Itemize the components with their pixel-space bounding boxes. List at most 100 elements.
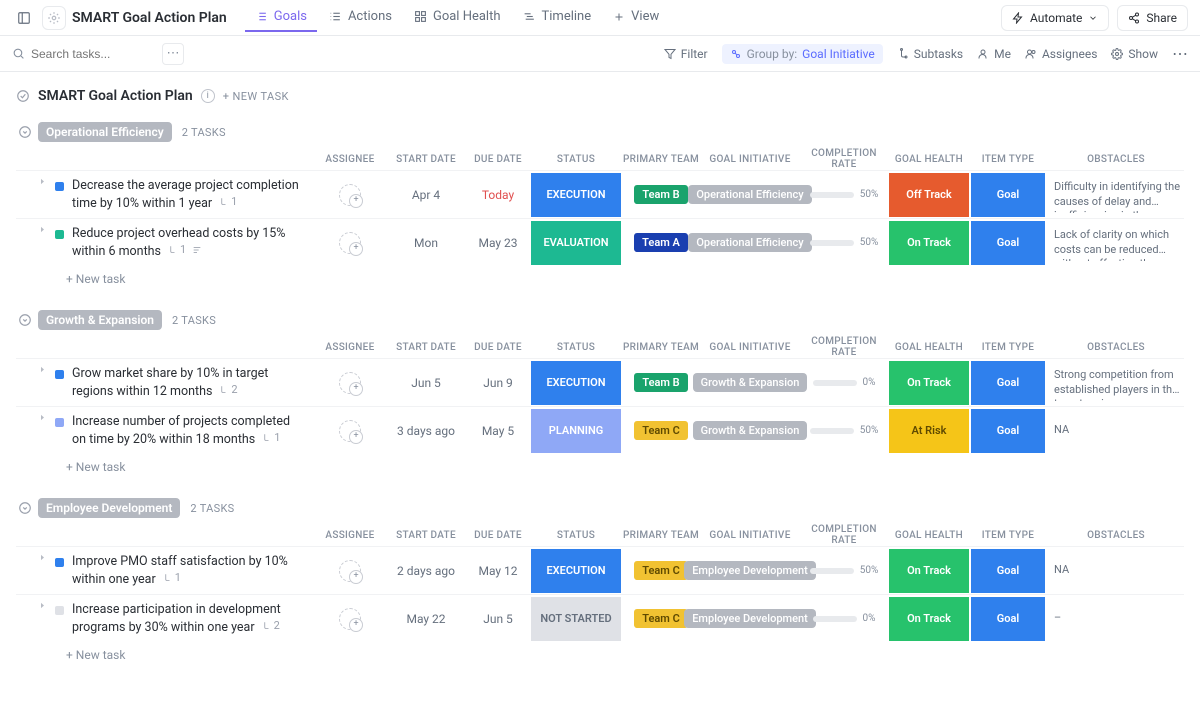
- item-type-cell[interactable]: Goal: [971, 173, 1045, 217]
- more-button[interactable]: ⋯: [1172, 44, 1188, 63]
- status-cell[interactable]: EXECUTION: [531, 549, 621, 593]
- health-cell[interactable]: Off Track: [889, 173, 969, 217]
- due-date[interactable]: May 12: [466, 564, 530, 578]
- initiative-cell[interactable]: Growth & Expansion: [700, 421, 800, 440]
- assignee-cell[interactable]: [314, 232, 386, 254]
- row-expand[interactable]: [38, 601, 47, 610]
- collapse-all-icon[interactable]: [16, 89, 30, 103]
- due-date[interactable]: Today: [466, 188, 530, 202]
- row-expand[interactable]: [38, 365, 47, 374]
- task-row[interactable]: Improve PMO staff satisfaction by 10% wi…: [16, 546, 1184, 594]
- assignee-cell[interactable]: [314, 560, 386, 582]
- tab-goal-health[interactable]: Goal Health: [404, 3, 511, 32]
- row-expand[interactable]: [38, 177, 47, 186]
- me-button[interactable]: Me: [977, 47, 1011, 61]
- subtask-count[interactable]: 1: [261, 431, 280, 444]
- completion-cell[interactable]: 50%: [800, 425, 888, 436]
- obstacle-cell[interactable]: Lack of clarity on which costs can be re…: [1046, 224, 1186, 262]
- start-date[interactable]: Jun 5: [386, 376, 466, 390]
- item-type-cell[interactable]: Goal: [971, 361, 1045, 405]
- group-collapse-icon[interactable]: [18, 125, 32, 139]
- tab-actions[interactable]: Actions: [319, 3, 402, 32]
- health-cell[interactable]: On Track: [889, 361, 969, 405]
- item-type-cell[interactable]: Goal: [971, 221, 1045, 265]
- subtasks-button[interactable]: Subtasks: [897, 47, 963, 61]
- row-expand[interactable]: [38, 225, 47, 234]
- initiative-cell[interactable]: Operational Efficiency: [700, 185, 800, 204]
- health-cell[interactable]: On Track: [889, 549, 969, 593]
- assignees-button[interactable]: Assignees: [1025, 47, 1097, 61]
- completion-cell[interactable]: 50%: [800, 565, 888, 576]
- completion-cell[interactable]: 50%: [800, 237, 888, 248]
- subtask-count[interactable]: 1: [218, 195, 237, 208]
- status-cell[interactable]: PLANNING: [531, 409, 621, 453]
- task-row[interactable]: Increase number of projects completed on…: [16, 406, 1184, 454]
- subtask-count[interactable]: 2: [261, 619, 280, 632]
- info-icon[interactable]: i: [201, 89, 215, 103]
- tab-goals[interactable]: Goals: [245, 3, 317, 32]
- search-input[interactable]: [31, 47, 141, 61]
- show-button[interactable]: Show: [1111, 47, 1158, 61]
- status-cell[interactable]: EVALUATION: [531, 221, 621, 265]
- start-date[interactable]: Apr 4: [386, 188, 466, 202]
- item-type-cell[interactable]: Goal: [971, 409, 1045, 453]
- obstacle-cell[interactable]: NA: [1046, 419, 1186, 442]
- row-expand[interactable]: [38, 413, 47, 422]
- assignee-cell[interactable]: [314, 608, 386, 630]
- group-chip[interactable]: Employee Development: [38, 498, 180, 518]
- initiative-cell[interactable]: Operational Efficiency: [700, 233, 800, 252]
- group-chip[interactable]: Growth & Expansion: [38, 310, 162, 330]
- group-chip[interactable]: Operational Efficiency: [38, 122, 172, 142]
- item-type-cell[interactable]: Goal: [971, 549, 1045, 593]
- search-more-button[interactable]: ⋯: [162, 43, 184, 65]
- completion-cell[interactable]: 0%: [800, 613, 888, 624]
- team-cell[interactable]: Team B: [622, 373, 700, 392]
- status-cell[interactable]: EXECUTION: [531, 361, 621, 405]
- new-task-button[interactable]: + New task: [16, 454, 1184, 480]
- group-collapse-icon[interactable]: [18, 501, 32, 515]
- initiative-cell[interactable]: Growth & Expansion: [700, 373, 800, 392]
- tab-timeline[interactable]: Timeline: [513, 3, 602, 32]
- task-row[interactable]: Grow market share by 10% in target regio…: [16, 358, 1184, 406]
- due-date[interactable]: Jun 5: [466, 612, 530, 626]
- subtask-count[interactable]: 2: [218, 383, 237, 396]
- subtask-count[interactable]: 1: [167, 243, 186, 256]
- due-date[interactable]: May 23: [466, 236, 530, 250]
- completion-cell[interactable]: 0%: [800, 377, 888, 388]
- obstacle-cell[interactable]: Difficulty in identifying the causes of …: [1046, 176, 1186, 214]
- initiative-cell[interactable]: Employee Development: [700, 609, 800, 628]
- health-cell[interactable]: On Track: [889, 221, 969, 265]
- tab-view[interactable]: View: [603, 3, 669, 32]
- filter-button[interactable]: Filter: [664, 47, 708, 61]
- obstacle-cell[interactable]: Strong competition from established play…: [1046, 364, 1186, 402]
- group-by-button[interactable]: Group by: Goal Initiative: [722, 44, 883, 64]
- status-cell[interactable]: NOT STARTED: [531, 597, 621, 641]
- description-icon[interactable]: [192, 245, 202, 255]
- health-cell[interactable]: On Track: [889, 597, 969, 641]
- obstacle-cell[interactable]: –: [1046, 607, 1186, 630]
- start-date[interactable]: 2 days ago: [386, 564, 466, 578]
- item-type-cell[interactable]: Goal: [971, 597, 1045, 641]
- completion-cell[interactable]: 50%: [800, 189, 888, 200]
- assignee-cell[interactable]: [314, 372, 386, 394]
- start-date[interactable]: 3 days ago: [386, 424, 466, 438]
- team-cell[interactable]: Team C: [622, 421, 700, 440]
- subtask-count[interactable]: 1: [162, 571, 181, 584]
- task-row[interactable]: Increase participation in development pr…: [16, 594, 1184, 642]
- start-date[interactable]: Mon: [386, 236, 466, 250]
- health-cell[interactable]: At Risk: [889, 409, 969, 453]
- due-date[interactable]: Jun 9: [466, 376, 530, 390]
- task-row[interactable]: Decrease the average project completion …: [16, 170, 1184, 218]
- start-date[interactable]: May 22: [386, 612, 466, 626]
- due-date[interactable]: May 5: [466, 424, 530, 438]
- group-collapse-icon[interactable]: [18, 313, 32, 327]
- new-task-top-button[interactable]: + NEW TASK: [223, 90, 289, 103]
- sidebar-toggle-icon[interactable]: [12, 6, 36, 30]
- share-button[interactable]: Share: [1117, 5, 1188, 31]
- initiative-cell[interactable]: Employee Development: [700, 561, 800, 580]
- task-row[interactable]: Reduce project overhead costs by 15% wit…: [16, 218, 1184, 266]
- new-task-button[interactable]: + New task: [16, 642, 1184, 668]
- assignee-cell[interactable]: [314, 420, 386, 442]
- row-expand[interactable]: [38, 553, 47, 562]
- obstacle-cell[interactable]: NA: [1046, 559, 1186, 582]
